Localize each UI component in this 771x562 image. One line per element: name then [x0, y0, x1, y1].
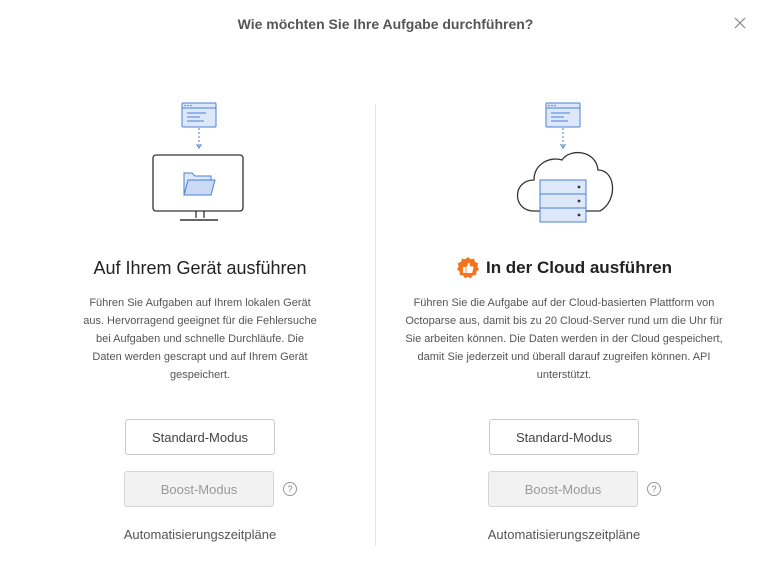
cloud-run-panel: In der Cloud ausführen Führen Sie die Au…: [394, 100, 734, 384]
local-automation-schedules-link[interactable]: Automatisierungszeitpläne: [30, 527, 370, 542]
close-button[interactable]: [731, 14, 749, 32]
local-boost-mode-button[interactable]: Boost-Modus: [124, 471, 274, 507]
cloud-boost-help-icon[interactable]: ?: [647, 482, 661, 496]
local-standard-mode-button[interactable]: Standard-Modus: [125, 419, 275, 455]
cloud-illustration: [394, 100, 734, 226]
server-stack-icon: [539, 179, 587, 223]
browser-window-icon: [181, 102, 217, 128]
cloud-standard-mode-button[interactable]: Standard-Modus: [489, 419, 639, 455]
cloud-panel-title: In der Cloud ausführen: [456, 256, 672, 280]
local-run-panel: Auf Ihrem Gerät ausführen Führen Sie Auf…: [30, 100, 370, 384]
cloud-boost-mode-button[interactable]: Boost-Modus: [488, 471, 638, 507]
cloud-title-text: In der Cloud ausführen: [485, 258, 673, 277]
local-device-illustration: [30, 100, 370, 226]
cloud-description: Führen Sie die Aufgabe auf der Cloud-bas…: [405, 297, 723, 381]
dialog-title: Wie möchten Sie Ihre Aufgabe durchführen…: [237, 16, 534, 32]
thumbs-up-badge-icon: [456, 257, 479, 279]
local-title-text: Auf Ihrem Gerät ausführen: [93, 257, 307, 278]
browser-window-icon: [545, 102, 581, 128]
local-description: Führen Sie Aufgaben auf Ihrem lokalen Ge…: [83, 297, 317, 381]
cloud-automation-schedules-link[interactable]: Automatisierungszeitpläne: [394, 527, 734, 542]
local-boost-help-icon[interactable]: ?: [283, 482, 297, 496]
close-icon: [734, 17, 746, 29]
panel-divider: [375, 104, 376, 546]
local-panel-title: Auf Ihrem Gerät ausführen: [93, 256, 306, 280]
folder-icon: [183, 172, 216, 196]
